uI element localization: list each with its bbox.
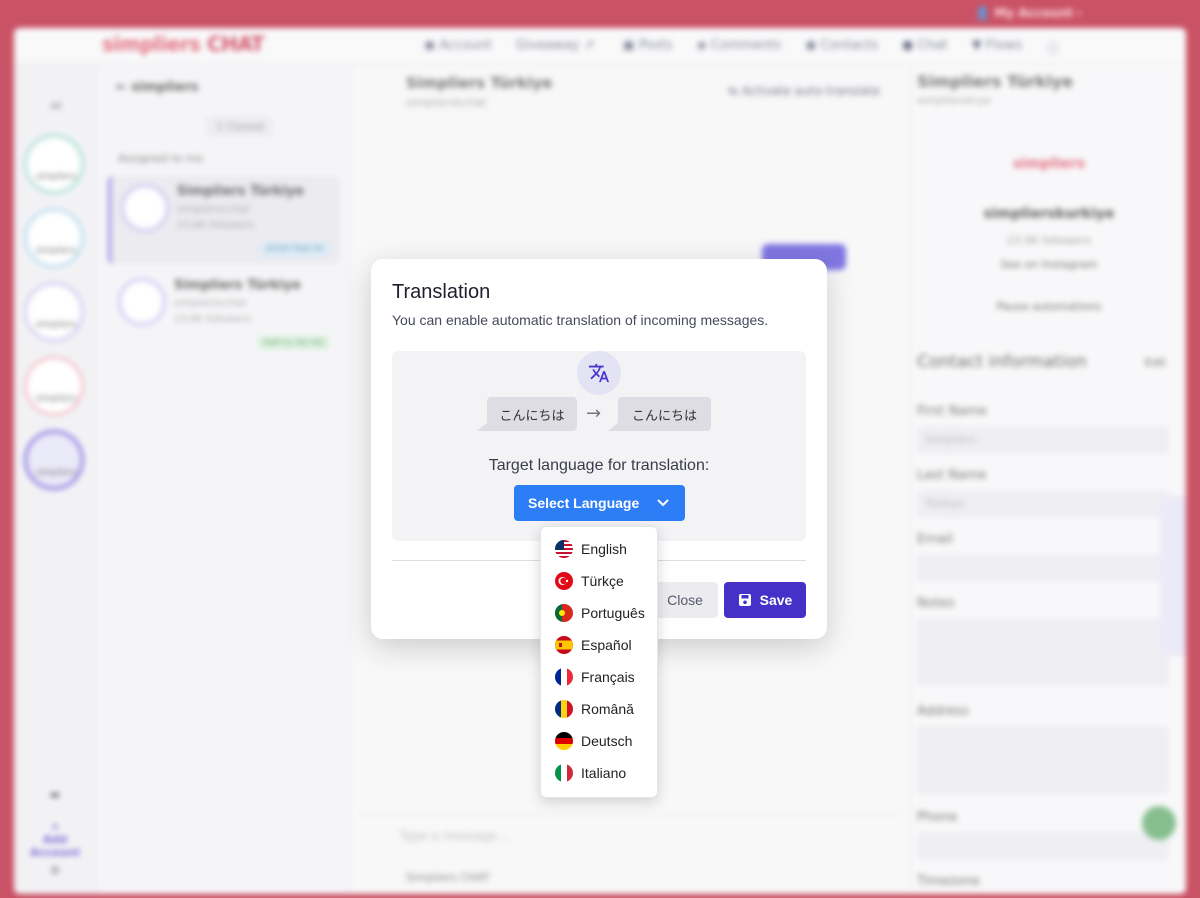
- source-text-bubble: こんにちは: [487, 397, 577, 431]
- save-button[interactable]: Save: [724, 582, 806, 618]
- language-label: Português: [581, 605, 645, 621]
- modal-description: You can enable automatic translation of …: [392, 312, 769, 328]
- language-option-portuguese[interactable]: Português: [541, 598, 659, 628]
- language-label: Français: [581, 669, 635, 685]
- select-language-button[interactable]: Select Language: [514, 485, 685, 521]
- language-option-italian[interactable]: Italiano: [541, 758, 659, 788]
- target-language-label: Target language for translation:: [488, 457, 710, 474]
- language-label: Italiano: [581, 765, 627, 781]
- translate-icon: [577, 351, 621, 395]
- close-button[interactable]: Close: [652, 582, 718, 618]
- language-label: Deutsch: [581, 733, 633, 749]
- language-label: English: [581, 541, 627, 557]
- us-flag-icon: [555, 540, 573, 558]
- es-flag-icon: [555, 636, 573, 654]
- select-language-label: Select Language: [528, 495, 640, 511]
- translated-text-bubble: こんにちは: [618, 397, 711, 431]
- de-flag-icon: [555, 732, 573, 750]
- modal-title: Translation: [392, 281, 491, 303]
- tr-flag-icon: [555, 572, 573, 590]
- chevron-down-icon: [657, 499, 669, 507]
- language-option-french[interactable]: Français: [541, 662, 659, 692]
- language-label: Español: [581, 637, 632, 653]
- language-option-german[interactable]: Deutsch: [541, 726, 659, 756]
- arrow-right-icon: →: [586, 403, 602, 424]
- fr-flag-icon: [555, 668, 573, 686]
- ro-flag-icon: [555, 700, 573, 718]
- language-option-turkish[interactable]: Türkçe: [541, 566, 659, 596]
- it-flag-icon: [555, 764, 573, 782]
- save-label: Save: [759, 592, 793, 608]
- language-dropdown: English Türkçe Português Español Françai…: [540, 526, 658, 798]
- save-icon: [738, 594, 751, 606]
- language-option-spanish[interactable]: Español: [541, 630, 659, 660]
- language-option-english[interactable]: English: [541, 534, 659, 564]
- language-option-romanian[interactable]: Română: [541, 694, 659, 724]
- pt-flag-icon: [555, 604, 573, 622]
- language-label: Română: [581, 701, 634, 717]
- translation-preview-panel: こんにちは → こんにちは Target language for transl…: [392, 351, 806, 541]
- language-label: Türkçe: [581, 573, 624, 589]
